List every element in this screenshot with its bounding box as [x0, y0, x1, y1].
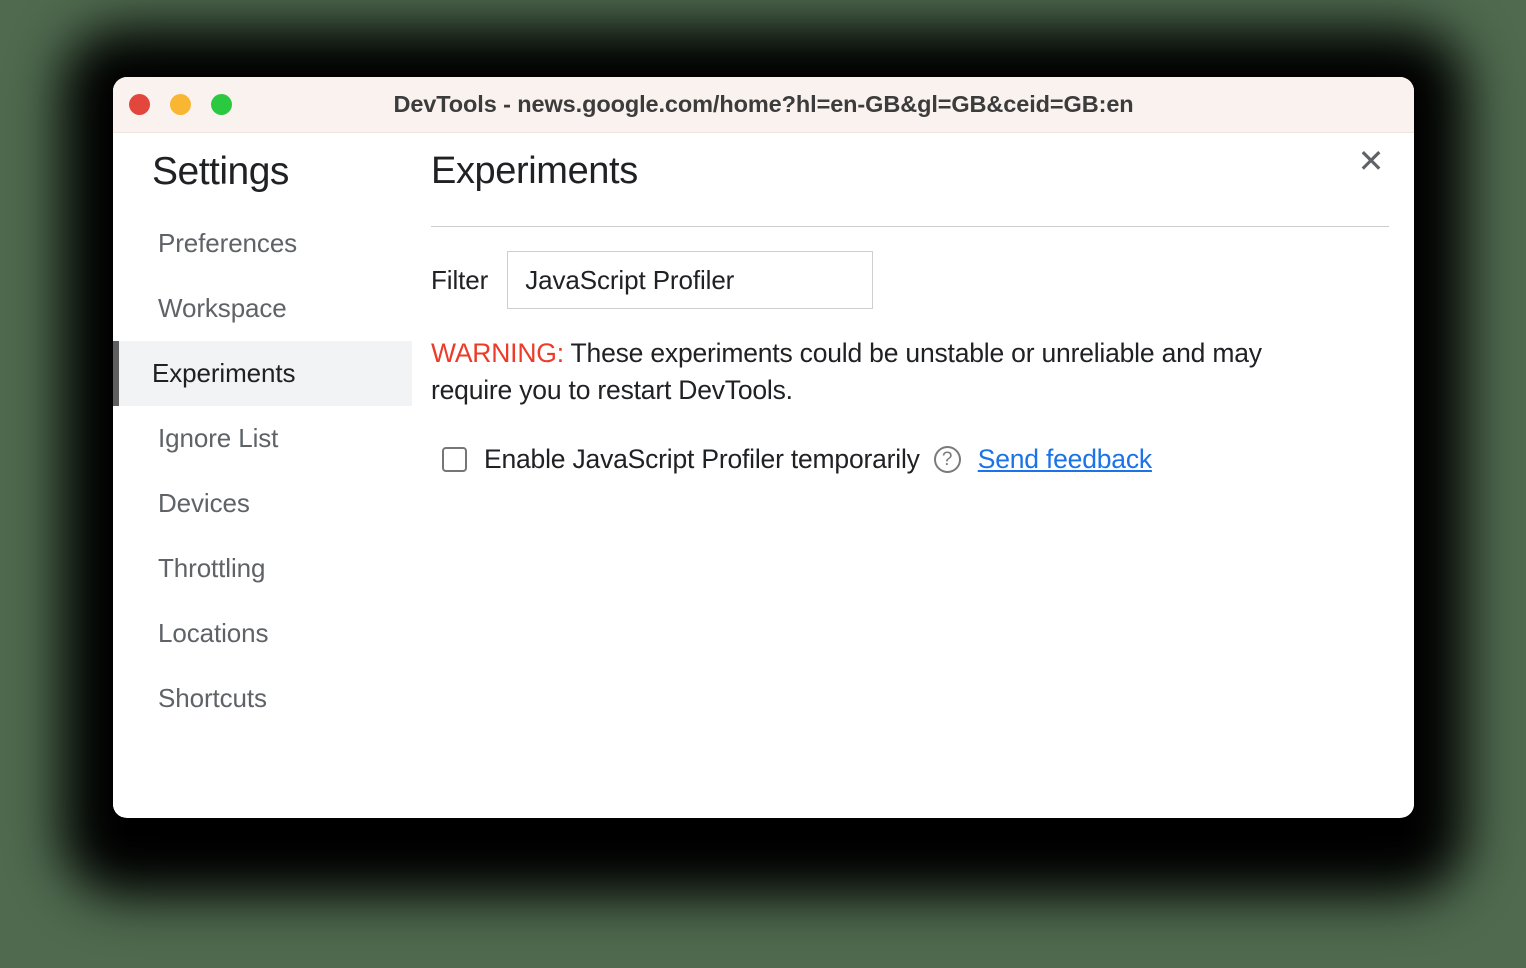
sidebar-item-devices[interactable]: Devices	[113, 471, 412, 536]
sidebar-item-label: Locations	[158, 618, 269, 648]
traffic-light-controls	[129, 77, 232, 132]
page-title: Experiments	[431, 150, 638, 192]
enable-javascript-profiler-checkbox[interactable]	[442, 447, 467, 473]
settings-dialog-body: Settings Preferences Workspace Experimen…	[113, 133, 1414, 817]
sidebar-item-label: Experiments	[152, 358, 296, 388]
sidebar-item-label: Preferences	[158, 228, 298, 258]
sidebar-item-experiments[interactable]: Experiments	[113, 341, 412, 406]
close-icon[interactable]: ✕	[1349, 139, 1393, 183]
window-title: DevTools - news.google.com/home?hl=en-GB…	[393, 91, 1134, 117]
experiments-panel: ✕ Experiments Filter WARNING: These expe…	[412, 133, 1414, 817]
filter-label: Filter	[431, 264, 489, 295]
minimize-window-button[interactable]	[170, 94, 191, 115]
panel-divider	[431, 226, 1389, 227]
maximize-window-button[interactable]	[211, 94, 232, 115]
sidebar-item-preferences[interactable]: Preferences	[113, 211, 412, 276]
close-window-button[interactable]	[129, 94, 150, 115]
sidebar-item-ignore-list[interactable]: Ignore List	[113, 406, 412, 471]
settings-heading: Settings	[152, 150, 289, 193]
help-circle-icon[interactable]: ?	[933, 446, 961, 474]
warning-keyword: WARNING:	[431, 338, 564, 368]
sidebar-item-label: Ignore List	[158, 423, 279, 453]
experiment-row: Enable JavaScript Profiler temporarily ?…	[431, 444, 1391, 475]
filter-input[interactable]	[507, 251, 874, 309]
sidebar-item-workspace[interactable]: Workspace	[113, 276, 412, 341]
settings-nav-list: Preferences Workspace Experiments Ignore…	[113, 211, 412, 731]
sidebar-item-label: Throttling	[158, 553, 266, 583]
settings-sidebar: Settings Preferences Workspace Experimen…	[113, 133, 412, 817]
sidebar-item-throttling[interactable]: Throttling	[113, 536, 412, 601]
experiments-warning: WARNING: These experiments could be unst…	[431, 335, 1337, 408]
experiment-label: Enable JavaScript Profiler temporarily	[484, 444, 920, 475]
sidebar-item-label: Devices	[158, 488, 250, 518]
sidebar-item-label: Shortcuts	[158, 683, 267, 713]
window-title-bar: DevTools - news.google.com/home?hl=en-GB…	[113, 77, 1414, 133]
filter-row: Filter	[431, 251, 1391, 309]
devtools-window: DevTools - news.google.com/home?hl=en-GB…	[113, 77, 1414, 818]
send-feedback-link[interactable]: Send feedback	[978, 444, 1152, 475]
sidebar-item-shortcuts[interactable]: Shortcuts	[113, 666, 412, 731]
sidebar-item-label: Workspace	[158, 293, 287, 323]
sidebar-item-locations[interactable]: Locations	[113, 601, 412, 666]
